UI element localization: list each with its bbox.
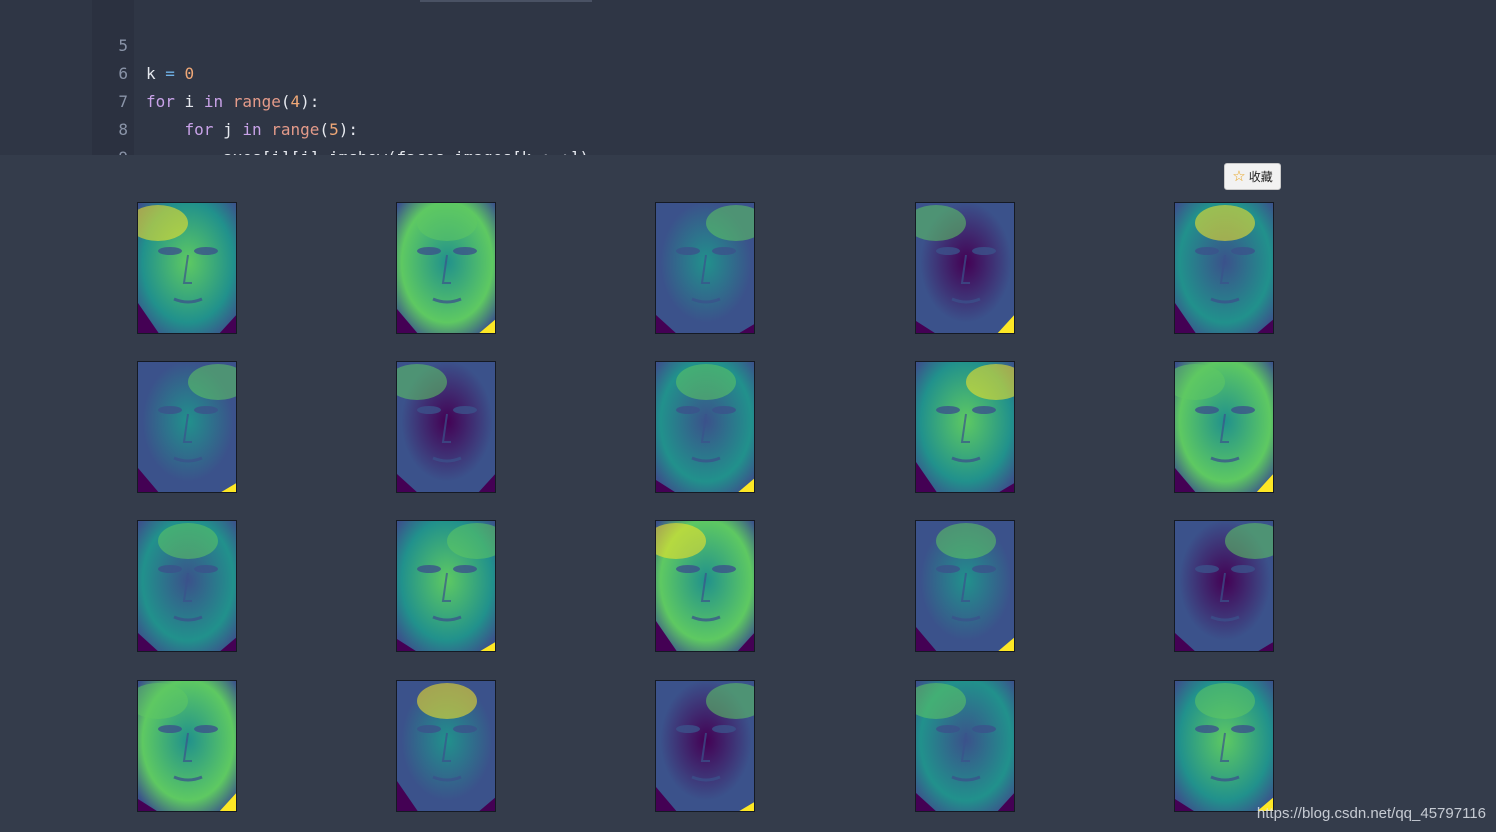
face-image-2: [655, 202, 755, 334]
star-outline-icon: ☆: [1232, 167, 1246, 185]
code-editor[interactable]: 5 k = 0 6 for i in range(4): 7 for j in …: [0, 0, 1496, 195]
face-image-14: [1174, 520, 1274, 652]
face-image-15: [137, 680, 237, 812]
face-image-7: [655, 361, 755, 493]
scroll-indicator: [420, 0, 592, 2]
code-line-5[interactable]: 5 k = 0: [0, 4, 194, 83]
face-image-17: [655, 680, 755, 812]
line-code: for j in range(5):: [184, 120, 358, 139]
face-image-0: [137, 202, 237, 334]
line-number: 6: [118, 64, 128, 83]
face-image-11: [396, 520, 496, 652]
face-image-1: [396, 202, 496, 334]
code-line-7[interactable]: 7 for j in range(5):: [0, 60, 358, 139]
line-number: 7: [118, 92, 128, 111]
face-image-9: [1174, 361, 1274, 493]
face-image-12: [655, 520, 755, 652]
code-line-9[interactable]: 9 k=k+1: [0, 116, 271, 195]
face-image-4: [1174, 202, 1274, 334]
face-image-6: [396, 361, 496, 493]
line-code: for i in range(4):: [146, 92, 320, 111]
face-image-16: [396, 680, 496, 812]
face-image-18: [915, 680, 1015, 812]
line-code: k = 0: [146, 64, 195, 83]
favorite-label: 收藏: [1248, 170, 1273, 184]
face-image-8: [915, 361, 1015, 493]
favorite-button[interactable]: ☆ 收藏: [1224, 163, 1281, 190]
face-image-3: [915, 202, 1015, 334]
line-number: 8: [118, 120, 128, 139]
face-image-10: [137, 520, 237, 652]
code-line-6[interactable]: 6 for i in range(4):: [0, 32, 319, 111]
code-line-8[interactable]: 8 axes[i][j].imshow(faces.images[k,:,:]): [0, 88, 589, 167]
face-image-5: [137, 361, 237, 493]
line-number: 5: [118, 36, 128, 55]
face-image-13: [915, 520, 1015, 652]
face-image-19: [1174, 680, 1274, 812]
watermark: https://blog.csdn.net/qq_45797116: [1256, 805, 1486, 822]
